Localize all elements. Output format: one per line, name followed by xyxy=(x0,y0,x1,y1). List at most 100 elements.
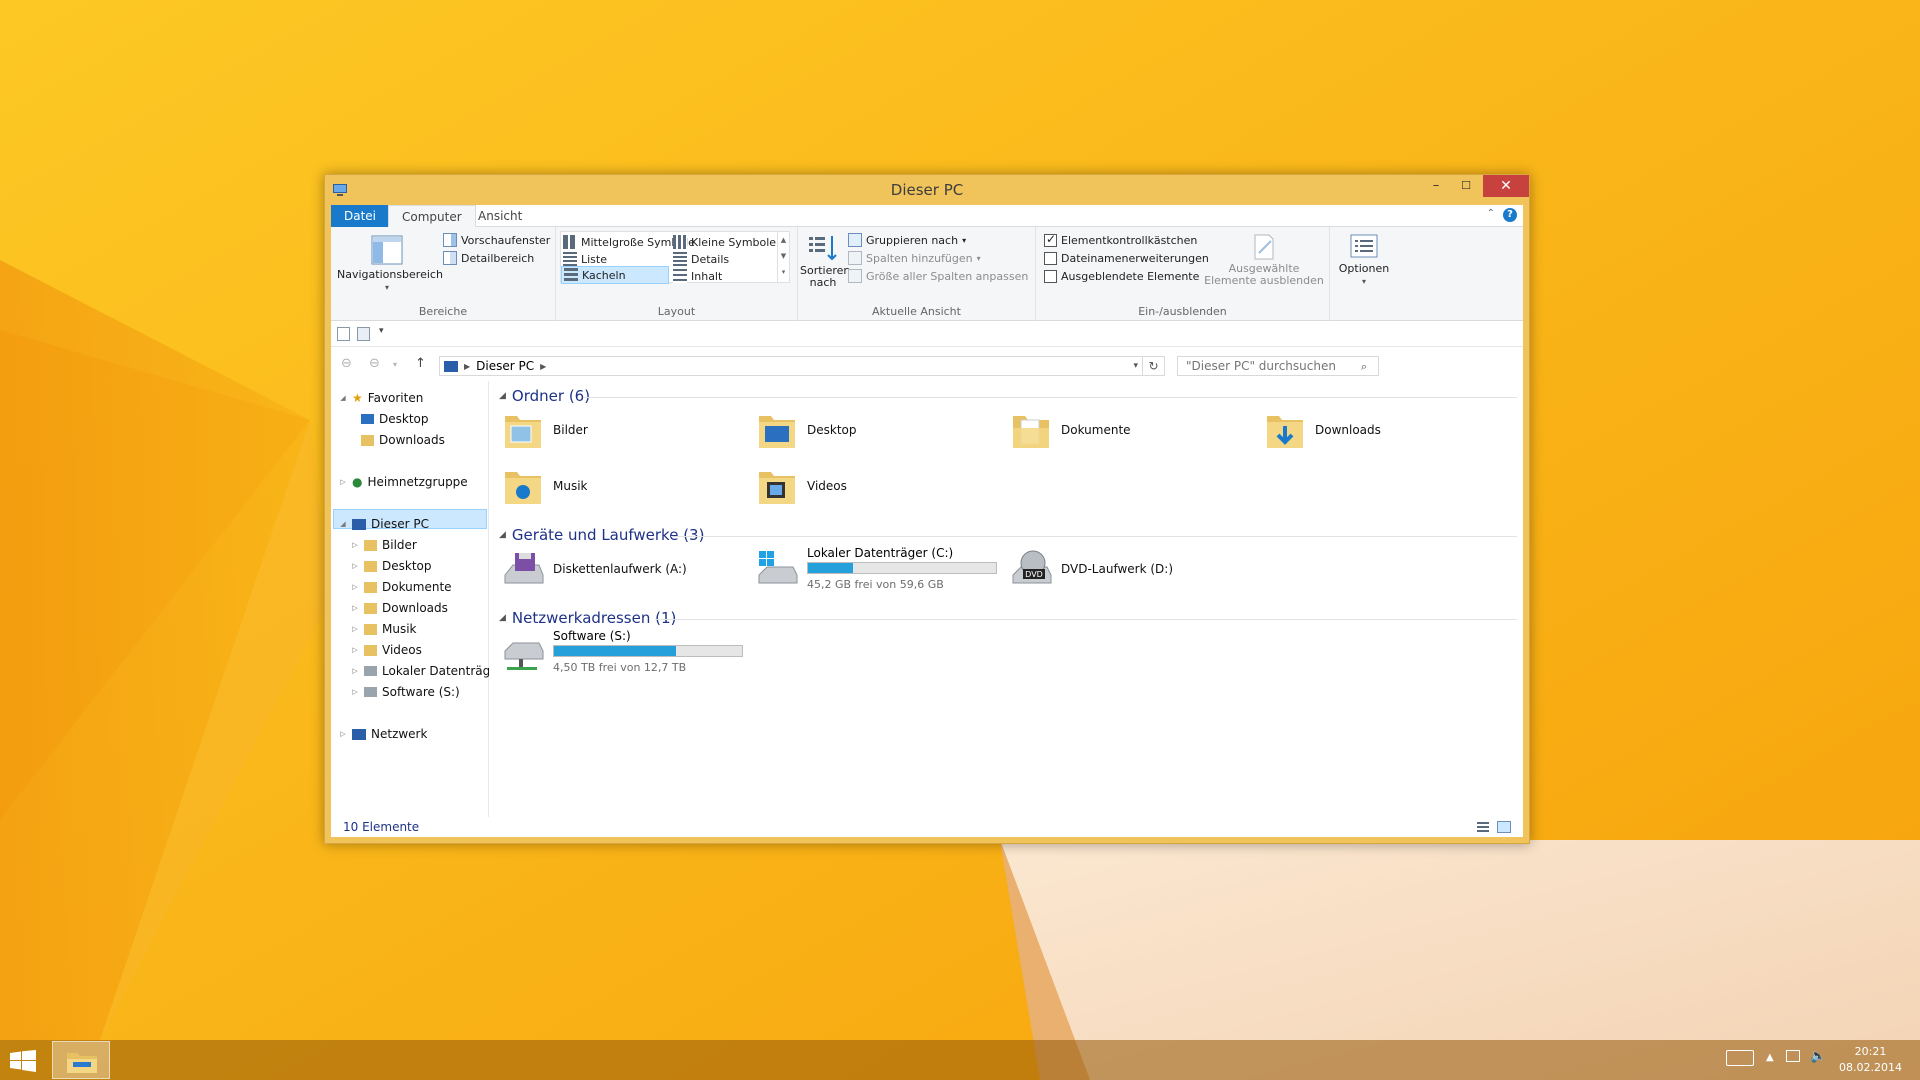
windows-start-icon[interactable] xyxy=(10,1050,36,1072)
preview-pane-button[interactable]: Vorschaufenster xyxy=(443,231,550,249)
volume-icon[interactable]: 🔈 xyxy=(1810,1049,1826,1064)
expand-icon[interactable]: ▷ xyxy=(339,725,347,743)
expand-icon[interactable]: ◢ xyxy=(339,389,347,407)
back-icon[interactable]: ⊖ xyxy=(341,356,352,371)
expand-icon[interactable]: ▷ xyxy=(351,620,359,638)
show-hidden-icons-icon[interactable]: ▲ xyxy=(1766,1052,1774,1063)
expand-icon[interactable]: ▷ xyxy=(339,473,347,491)
sort-by-button[interactable]: Sortieren nach xyxy=(800,233,850,289)
tiles-view-icon[interactable] xyxy=(1497,821,1511,833)
group-by-button[interactable]: Gruppieren nach ▾ xyxy=(848,231,966,249)
tree-item-desktop[interactable]: ▷ Desktop xyxy=(351,557,431,575)
add-columns-button[interactable]: Spalten hinzufügen ▾ xyxy=(848,249,981,267)
collapse-icon[interactable]: ◢ xyxy=(499,530,506,540)
tree-item-dokumente[interactable]: ▷ Dokumente xyxy=(351,578,451,596)
layout-small-icons[interactable]: Kleine Symbole xyxy=(673,233,776,251)
minimize-button[interactable]: – xyxy=(1419,175,1453,197)
expand-icon[interactable]: ◢ xyxy=(339,515,347,533)
clock[interactable]: 20:21 08.02.2014 xyxy=(1839,1044,1902,1076)
fit-columns-button[interactable]: Größe aller Spalten anpassen xyxy=(848,267,1028,285)
layout-details[interactable]: Details xyxy=(673,250,729,268)
tree-item-local-disk[interactable]: ▷ Lokaler Datenträger xyxy=(351,662,502,680)
hidden-items-checkbox[interactable] xyxy=(1044,269,1057,283)
maximize-button[interactable]: ☐ xyxy=(1449,175,1483,197)
section-header-devices[interactable]: ◢ Geräte und Laufwerke (3) xyxy=(499,526,704,544)
expand-icon[interactable]: ▷ xyxy=(351,662,359,680)
section-header-folders[interactable]: ◢ Ordner (6) xyxy=(499,387,590,405)
item-checkboxes-toggle[interactable]: Elementkontrollkästchen xyxy=(1044,231,1197,249)
file-extensions-toggle[interactable]: Dateinamenerweiterungen xyxy=(1044,249,1209,267)
tree-item-favorites[interactable]: ◢ ★ Favoriten xyxy=(339,389,423,407)
search-icon[interactable]: ⌕ xyxy=(1361,360,1367,374)
expand-icon[interactable]: ▷ xyxy=(351,536,359,554)
new-folder-icon[interactable] xyxy=(357,327,370,341)
title-bar[interactable]: Dieser PC – ☐ ✕ xyxy=(325,175,1529,205)
drive-item-software[interactable]: Software (S:) 4,50 TB frei von 12,7 TB xyxy=(501,627,751,677)
tab-ansicht[interactable]: Ansicht xyxy=(465,205,535,227)
hidden-items-toggle[interactable]: Ausgeblendete Elemente xyxy=(1044,267,1199,285)
expand-icon[interactable]: ▷ xyxy=(351,578,359,596)
tree-item-fav-desktop[interactable]: Desktop xyxy=(361,410,429,428)
expand-icon[interactable]: ▷ xyxy=(351,599,359,617)
forward-icon[interactable]: ⊖ xyxy=(369,356,380,371)
drive-item-floppy[interactable]: Diskettenlaufwerk (A:) xyxy=(501,544,741,594)
folder-item-dokumente[interactable]: Dokumente xyxy=(1009,405,1249,455)
customize-toolbar-icon[interactable]: ▾ xyxy=(379,326,384,336)
close-button[interactable]: ✕ xyxy=(1483,175,1529,197)
tree-item-bilder[interactable]: ▷ Bilder xyxy=(351,536,417,554)
folder-item-musik[interactable]: Musik xyxy=(501,461,741,511)
tree-item-downloads[interactable]: ▷ Downloads xyxy=(351,599,448,617)
touch-keyboard-icon[interactable] xyxy=(1726,1050,1754,1066)
tree-item-videos[interactable]: ▷ Videos xyxy=(351,641,422,659)
breadcrumb-dieser-pc[interactable]: Dieser PC xyxy=(476,359,534,373)
address-dropdown-icon[interactable]: ▾ xyxy=(1133,361,1138,371)
tree-item-network[interactable]: ▷ Netzwerk xyxy=(339,725,427,743)
downloads-folder-icon xyxy=(361,434,374,446)
expand-icon[interactable]: ▷ xyxy=(351,683,359,701)
folder-item-videos[interactable]: Videos xyxy=(755,461,995,511)
hide-selected-button[interactable]: Ausgewählte Elemente ausblenden xyxy=(1204,233,1324,287)
collapse-ribbon-icon[interactable]: ⌃ xyxy=(1487,208,1495,219)
options-button[interactable]: Optionen ▾ xyxy=(1337,233,1391,288)
drive-item-dvd[interactable]: DVD DVD-Laufwerk (D:) xyxy=(1009,544,1249,594)
item-label: Dokumente xyxy=(1061,423,1131,437)
expand-icon[interactable]: ▷ xyxy=(351,557,359,575)
search-input[interactable] xyxy=(1177,356,1379,376)
details-view-icon[interactable] xyxy=(1477,822,1489,832)
tree-item-homegroup[interactable]: ▷ ● Heimnetzgruppe xyxy=(339,473,467,491)
properties-icon[interactable] xyxy=(337,327,350,341)
pictures-folder-icon xyxy=(505,416,541,448)
folder-item-downloads[interactable]: Downloads xyxy=(1263,405,1503,455)
taskbar-explorer-button[interactable] xyxy=(52,1041,110,1079)
item-checkboxes-checkbox[interactable] xyxy=(1044,232,1057,247)
file-extensions-checkbox[interactable] xyxy=(1044,251,1057,265)
expand-icon[interactable]: ▷ xyxy=(351,641,359,659)
tree-item-dieser-pc[interactable]: ◢ Dieser PC xyxy=(339,515,429,533)
up-icon[interactable]: ↑ xyxy=(415,356,426,371)
details-pane-button[interactable]: Detailbereich xyxy=(443,249,534,267)
layout-tiles[interactable]: Kacheln xyxy=(561,266,669,284)
item-label: Musik xyxy=(553,479,588,493)
group-bereiche: Navigationsbereich ▾ Vorschaufenster Deta… xyxy=(331,227,556,321)
layout-content[interactable]: Inhalt xyxy=(673,267,722,285)
recent-locations-icon[interactable]: ▾ xyxy=(393,360,397,369)
network-status-icon[interactable] xyxy=(1786,1050,1800,1062)
address-bar[interactable]: ▶ Dieser PC ▶ ▾ xyxy=(439,356,1143,376)
navigation-pane-button[interactable]: Navigationsbereich ▾ xyxy=(337,235,443,294)
folder-item-bilder[interactable]: Bilder xyxy=(501,405,741,455)
help-icon[interactable]: ? xyxy=(1503,208,1517,222)
tab-computer[interactable]: Computer xyxy=(388,205,476,227)
section-header-network[interactable]: ◢ Netzwerkadressen (1) xyxy=(499,609,676,627)
breadcrumb-separator-icon[interactable]: ▶ xyxy=(540,362,546,371)
refresh-button[interactable]: ↻ xyxy=(1143,356,1165,376)
folder-item-desktop[interactable]: Desktop xyxy=(755,405,995,455)
collapse-icon[interactable]: ◢ xyxy=(499,391,506,401)
tab-datei[interactable]: Datei xyxy=(331,205,390,227)
collapse-icon[interactable]: ◢ xyxy=(499,613,506,623)
tree-item-software[interactable]: ▷ Software (S:) xyxy=(351,683,459,701)
gallery-scroll[interactable]: ▲ ▼ ▾ xyxy=(777,232,789,282)
drive-item-local-c[interactable]: Lokaler Datenträger (C:) 45,2 GB frei vo… xyxy=(755,544,1005,594)
fit-columns-icon xyxy=(848,269,862,283)
tree-item-musik[interactable]: ▷ Musik xyxy=(351,620,416,638)
tree-item-fav-downloads[interactable]: Downloads xyxy=(361,431,445,449)
